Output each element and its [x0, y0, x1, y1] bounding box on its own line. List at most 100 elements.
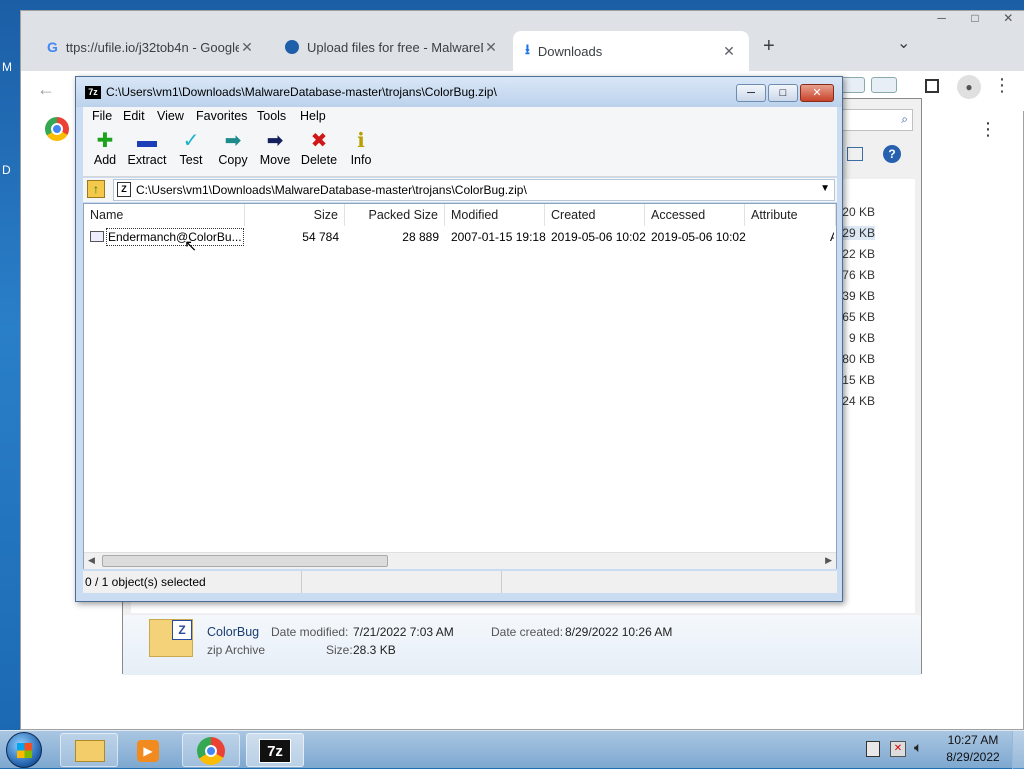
zip-folder-icon: Z [149, 619, 193, 657]
taskbar-explorer[interactable] [60, 733, 118, 767]
details-created: 8/29/2022 10:26 AM [565, 625, 673, 639]
chrome-tab-strip: G ttps://ufile.io/j32tob4n - Google ✕ Up… [21, 11, 1024, 71]
dropdown-arrow-icon[interactable]: ▼ [820, 183, 830, 194]
column-header-name[interactable]: Name [84, 204, 245, 226]
scrollbar-thumb[interactable] [102, 555, 388, 567]
downloads-menu-icon[interactable]: ⋮ [979, 119, 997, 140]
minimize-button[interactable]: ─ [925, 11, 958, 29]
close-button[interactable]: ✕ [800, 84, 834, 102]
7zip-icon: 7z [259, 739, 291, 763]
desktop-icon-fragment[interactable]: M [2, 60, 12, 74]
taskbar-7zip[interactable]: 7z [246, 733, 304, 767]
start-button[interactable] [6, 732, 42, 768]
mouse-cursor-icon: ↖ [184, 238, 198, 255]
search-box[interactable]: ⌕ [841, 109, 913, 131]
copy-button[interactable]: ➡ Copy [211, 129, 255, 175]
clock-time[interactable]: 10:27 AM [940, 733, 1006, 747]
cell-attribute: A [830, 230, 834, 244]
tab-downloads[interactable]: ⭳ Downloads ✕ [513, 31, 749, 71]
extract-button[interactable]: ▬ Extract [123, 129, 171, 175]
chrome-menu-icon[interactable]: ⋮ [993, 75, 1011, 96]
media-player-icon: ▶ [137, 740, 159, 762]
column-header-created[interactable]: Created [545, 204, 645, 226]
chrome-icon [197, 737, 225, 765]
tab-close-icon[interactable]: ✕ [721, 43, 737, 60]
folder-icon [75, 740, 105, 762]
menu-edit[interactable]: Edit [123, 109, 145, 123]
chrome-window-controls: ─ □ ✕ [925, 11, 1024, 29]
tab-ufile[interactable]: G ttps://ufile.io/j32tob4n - Google ✕ [35, 31, 267, 63]
menu-help[interactable]: Help [300, 109, 326, 123]
status-text: 0 / 1 object(s) selected [85, 575, 206, 589]
tab-upload[interactable]: Upload files for free - MalwareDa ✕ [273, 31, 511, 63]
minimize-button[interactable]: ─ [736, 84, 766, 102]
new-tab-button[interactable]: + [763, 35, 775, 58]
menu-favorites[interactable]: Favorites [196, 109, 247, 123]
maximize-button[interactable]: □ [768, 84, 798, 102]
tab-close-icon[interactable]: ✕ [239, 39, 255, 56]
cell-name[interactable]: Endermanch@ColorBu... [106, 228, 244, 246]
details-created-label: Date created: [491, 625, 564, 639]
status-divider [501, 571, 502, 593]
back-arrow-icon[interactable]: ← [37, 79, 55, 100]
column-header-packed-size[interactable]: Packed Size [345, 204, 445, 226]
scroll-left-icon[interactable]: ◀ [88, 555, 95, 566]
column-header-size[interactable]: Size [245, 204, 345, 226]
toolbar: ✚ Add ▬ Extract ✓ Test ➡ Copy ➡ Move ✖ Delete … [83, 127, 837, 177]
download-favicon-icon: ⭳ [525, 41, 530, 57]
status-bar: 0 / 1 object(s) selected [83, 571, 837, 593]
help-icon[interactable]: ? [883, 145, 901, 163]
action-center-icon[interactable] [866, 741, 880, 757]
menu-view[interactable]: View [157, 109, 184, 123]
7zip-window: 7z C:\Users\vm1\Downloads\MalwareDatabas… [75, 76, 843, 602]
delete-button[interactable]: ✖ Delete [295, 129, 343, 175]
show-desktop-button[interactable] [1012, 731, 1024, 769]
close-button[interactable]: ✕ [992, 11, 1024, 29]
column-header-modified[interactable]: Modified [445, 204, 545, 226]
add-button[interactable]: ✚ Add [83, 129, 127, 175]
explorer-window-controls [839, 77, 901, 95]
info-icon: ℹ [357, 130, 365, 152]
desktop-icon-fragment-2[interactable]: D [2, 163, 11, 177]
column-header-attribute[interactable]: Attribute [745, 204, 836, 226]
scroll-right-icon[interactable]: ▶ [825, 555, 832, 566]
menu-tools[interactable]: Tools [257, 109, 286, 123]
details-pane: Z ColorBug zip Archive Date modified: 7/… [123, 615, 921, 675]
plus-icon: ✚ [96, 130, 114, 152]
menu-bar: File Edit View Favorites Tools Help [83, 107, 837, 127]
maximize-button[interactable]: □ [958, 11, 991, 29]
sidepanel-icon[interactable] [925, 79, 939, 93]
taskbar: ▶ 7z ✕ 🔈︎ 10:27 AM 8/29/2022 [0, 730, 1024, 769]
test-button[interactable]: ✓ Test [169, 129, 213, 175]
taskbar-media-player[interactable]: ▶ [120, 733, 178, 767]
details-modified-label: Date modified: [271, 625, 349, 639]
profile-avatar-icon[interactable]: ● [957, 75, 981, 99]
tab-search-button[interactable]: ⌄ [897, 33, 910, 53]
folder-up-icon[interactable]: ↑ [87, 180, 105, 198]
7zip-titlebar[interactable]: 7z C:\Users\vm1\Downloads\MalwareDatabas… [76, 77, 842, 107]
cell-packed-size: 28 889 [402, 230, 439, 244]
details-modified: 7/21/2022 7:03 AM [353, 625, 454, 639]
zip-file-icon: Z [117, 182, 131, 197]
network-error-icon[interactable]: ✕ [890, 741, 906, 757]
window-title: C:\Users\vm1\Downloads\MalwareDatabase-m… [106, 85, 497, 99]
file-list: Name Size Packed Size Modified Created A… [83, 203, 837, 569]
tab-close-icon[interactable]: ✕ [483, 39, 499, 56]
volume-icon[interactable]: 🔈︎ [914, 739, 922, 756]
clock-date[interactable]: 8/29/2022 [940, 750, 1006, 764]
taskbar-chrome[interactable] [182, 733, 240, 767]
move-button[interactable]: ➡ Move [253, 129, 297, 175]
7zip-app-icon: 7z [85, 86, 101, 99]
column-header-accessed[interactable]: Accessed [645, 204, 745, 226]
tab-label: Downloads [537, 43, 603, 59]
menu-file[interactable]: File [92, 109, 112, 123]
info-button[interactable]: ℹ Info [339, 129, 383, 175]
chrome-logo-icon [45, 117, 69, 141]
horizontal-scrollbar[interactable]: ◀ ▶ [84, 552, 836, 569]
close-button[interactable] [871, 77, 897, 93]
path-combobox[interactable]: Z C:\Users\vm1\Downloads\MalwareDatabase… [113, 179, 835, 201]
preview-pane-icon[interactable] [847, 147, 863, 161]
search-icon[interactable]: ⌕ [901, 112, 908, 127]
details-size: 28.3 KB [353, 643, 396, 657]
exe-file-icon [90, 231, 104, 242]
